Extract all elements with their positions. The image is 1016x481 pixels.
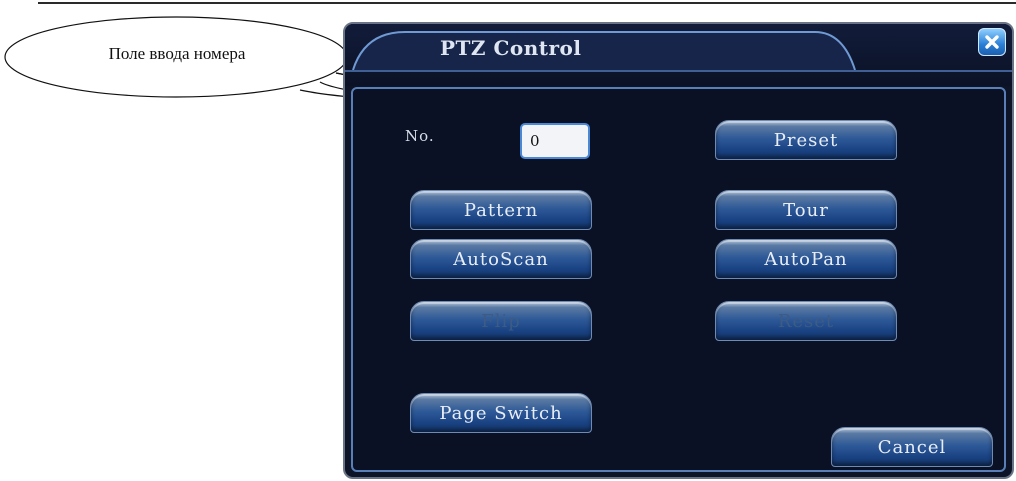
cancel-button[interactable]: Cancel: [831, 427, 993, 467]
page-switch-button[interactable]: Page Switch: [410, 393, 592, 433]
reset-button: Reset: [715, 301, 897, 341]
dialog-content: No. Preset Pattern Tour AutoScan AutoPan…: [351, 87, 1006, 472]
number-input[interactable]: [520, 123, 590, 159]
close-button[interactable]: [978, 28, 1006, 56]
autoscan-button[interactable]: AutoScan: [410, 239, 592, 279]
dialog-title: PTZ Control: [440, 36, 582, 60]
number-label: No.: [405, 127, 435, 145]
close-icon: [985, 35, 999, 49]
preset-button[interactable]: Preset: [715, 120, 897, 160]
title-bar: PTZ Control: [345, 24, 1012, 86]
ptz-control-dialog: PTZ Control No. Preset Pattern Tour Auto…: [343, 22, 1014, 479]
callout-text: Поле ввода номера: [108, 44, 246, 63]
autopan-button[interactable]: AutoPan: [715, 239, 897, 279]
flip-button: Flip: [410, 301, 592, 341]
pattern-button[interactable]: Pattern: [410, 190, 592, 230]
tour-button[interactable]: Tour: [715, 190, 897, 230]
